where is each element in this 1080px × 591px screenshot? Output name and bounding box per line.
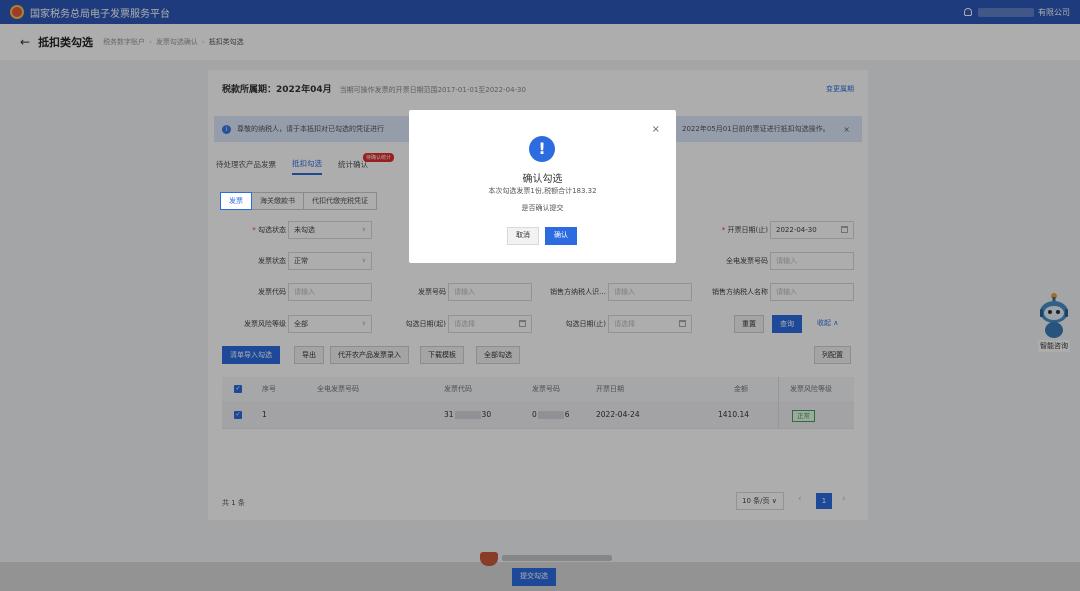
exclamation-icon: !: [529, 136, 555, 162]
dialog-question: 是否确认提交: [521, 204, 564, 212]
confirm-button[interactable]: 确认: [545, 227, 577, 245]
cancel-button[interactable]: 取消: [507, 227, 539, 245]
modal-overlay[interactable]: [0, 0, 1080, 591]
close-icon[interactable]: ×: [652, 124, 660, 135]
dialog-title: 确认勾选: [522, 174, 563, 185]
dialog-message: 本次勾选发票1份,税额合计183.32: [488, 187, 597, 195]
confirm-dialog: × ! 确认勾选 本次勾选发票1份,税额合计183.32 是否确认提交 取消 确…: [409, 110, 676, 263]
subtab-invoice[interactable]: 发票: [220, 192, 252, 210]
